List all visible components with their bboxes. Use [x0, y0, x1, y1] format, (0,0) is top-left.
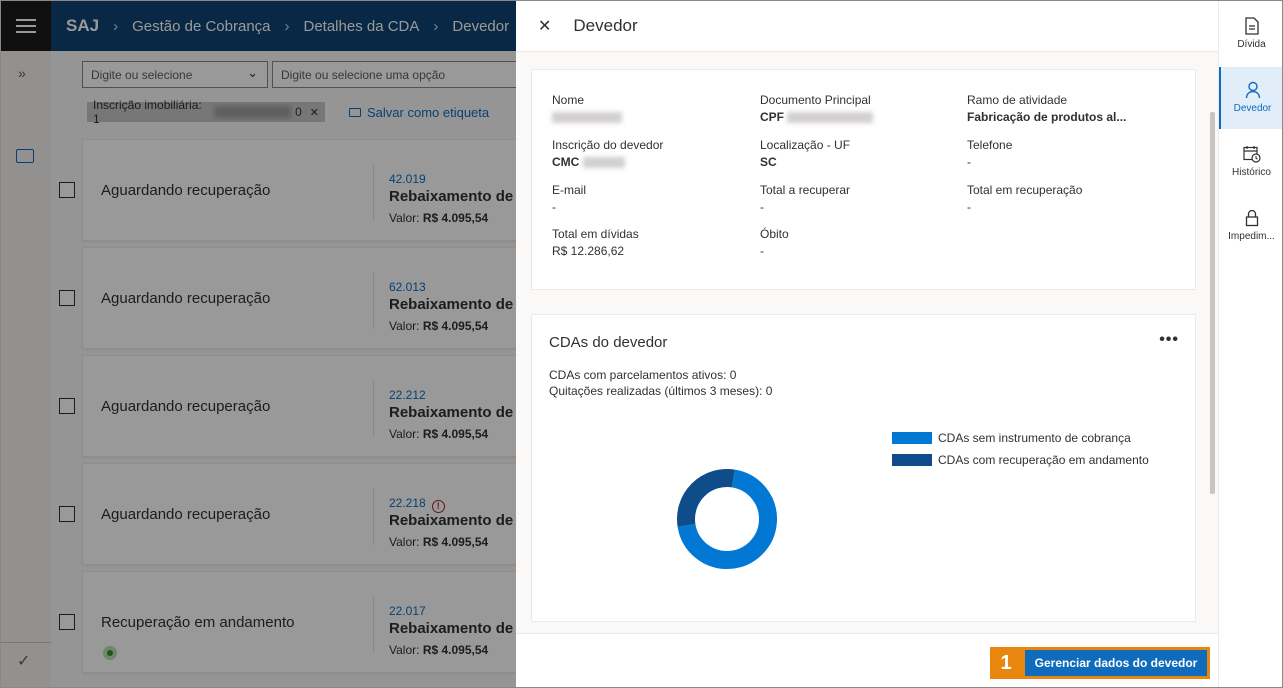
field-documento: Documento Principal CPF	[760, 93, 960, 124]
legend-item: CDAs com recuperação em andamento	[892, 449, 1149, 471]
field-total-recuperacao: Total em recuperação -	[967, 183, 1167, 214]
panel-footer: 1 Gerenciar dados do devedor	[516, 633, 1218, 687]
field-value: -	[967, 155, 971, 169]
step-marker: 1	[990, 647, 1022, 679]
document-icon	[1244, 17, 1259, 35]
inscricao-prefix: CMC	[552, 155, 580, 169]
tab-impedimentos[interactable]: Impedim...	[1219, 195, 1282, 257]
redacted-value	[582, 157, 625, 169]
legend-label: CDAs com recuperação em andamento	[938, 453, 1149, 467]
field-total-dividas: Total em dívidas R$ 12.286,62	[552, 227, 752, 258]
doc-prefix: CPF	[760, 110, 784, 124]
field-value: Fabricação de produtos al...	[967, 110, 1127, 124]
right-rail: Dívida Devedor Histórico Impedim...	[1218, 1, 1282, 687]
field-label: Total a recuperar	[760, 183, 851, 197]
field-label: Ramo de atividade	[967, 93, 1068, 107]
panel-title: Devedor	[573, 16, 638, 35]
cdas-card: CDAs do devedor ••• CDAs com parcelament…	[531, 314, 1196, 622]
tab-divida[interactable]: Dívida	[1219, 3, 1282, 65]
field-value: -	[760, 244, 764, 258]
donut-slice[interactable]	[677, 469, 735, 527]
manage-button-label: Gerenciar dados do devedor	[1025, 650, 1207, 676]
manage-debtor-button[interactable]: Gerenciar dados do devedor	[1022, 647, 1210, 679]
tab-label: Devedor	[1233, 103, 1272, 114]
more-options-icon[interactable]: •••	[1159, 331, 1179, 349]
field-total-recuperar: Total a recuperar -	[760, 183, 960, 214]
field-nome: Nome	[552, 93, 752, 124]
legend-swatch	[892, 454, 932, 466]
field-inscricao: Inscrição do devedor CMC	[552, 138, 752, 169]
field-value: -	[552, 200, 556, 214]
field-label: E-mail	[552, 183, 587, 197]
cdas-title: CDAs do devedor	[549, 334, 668, 351]
field-label: Documento Principal	[760, 93, 871, 107]
tab-label: Dívida	[1237, 39, 1266, 50]
field-telefone: Telefone -	[967, 138, 1167, 169]
field-label: Total em dívidas	[552, 227, 639, 241]
field-value: SC	[760, 155, 777, 169]
field-value: R$ 12.286,62	[552, 244, 625, 258]
tab-devedor[interactable]: Devedor	[1219, 67, 1282, 129]
donut-chart	[677, 469, 777, 569]
person-icon	[1245, 81, 1260, 99]
field-email: E-mail -	[552, 183, 752, 214]
panel-body: Nome Documento Principal CPF Ramo de ati…	[516, 51, 1218, 633]
legend-item: CDAs sem instrumento de cobrança	[892, 427, 1149, 449]
app-frame: SAJ › Gestão de Cobrança › Detalhes da C…	[0, 0, 1283, 688]
lock-icon	[1245, 209, 1258, 227]
field-label: Localização - UF	[760, 138, 851, 152]
field-localizacao: Localização - UF SC	[760, 138, 960, 169]
devedor-info-card: Nome Documento Principal CPF Ramo de ati…	[531, 69, 1196, 290]
panel-header: ✕ Devedor	[516, 1, 1218, 51]
redacted-value	[787, 112, 874, 124]
modal-overlay[interactable]	[1, 1, 516, 687]
field-obito: Óbito -	[760, 227, 960, 258]
field-value: -	[760, 200, 764, 214]
field-label: Óbito	[760, 227, 789, 241]
cdas-parcelamentos: CDAs com parcelamentos ativos: 0	[549, 368, 737, 382]
field-value: CMC	[552, 155, 752, 169]
legend-swatch	[892, 432, 932, 444]
scrollbar[interactable]	[1210, 112, 1215, 494]
field-label: Total em recuperação	[967, 183, 1083, 197]
cdas-quitacoes: Quitações realizadas (últimos 3 meses): …	[549, 384, 773, 398]
field-label: Inscrição do devedor	[552, 138, 664, 152]
legend-label: CDAs sem instrumento de cobrança	[938, 431, 1131, 445]
calendar-clock-icon	[1242, 146, 1261, 163]
field-label: Nome	[552, 93, 585, 107]
close-icon[interactable]: ✕	[538, 16, 551, 36]
field-ramo: Ramo de atividade Fabricação de produtos…	[967, 93, 1167, 124]
field-value: -	[967, 200, 971, 214]
tab-label: Histórico	[1232, 167, 1271, 178]
redacted-value	[552, 112, 622, 124]
devedor-panel: ✕ Devedor Nome Documento Principal CPF R…	[516, 1, 1218, 687]
field-label: Telefone	[967, 138, 1013, 152]
chart-legend: CDAs sem instrumento de cobrança CDAs com…	[892, 427, 1149, 471]
field-value	[552, 110, 752, 124]
field-value: CPF	[760, 110, 960, 124]
tab-historico[interactable]: Histórico	[1219, 131, 1282, 193]
tab-label: Impedim...	[1228, 231, 1275, 242]
